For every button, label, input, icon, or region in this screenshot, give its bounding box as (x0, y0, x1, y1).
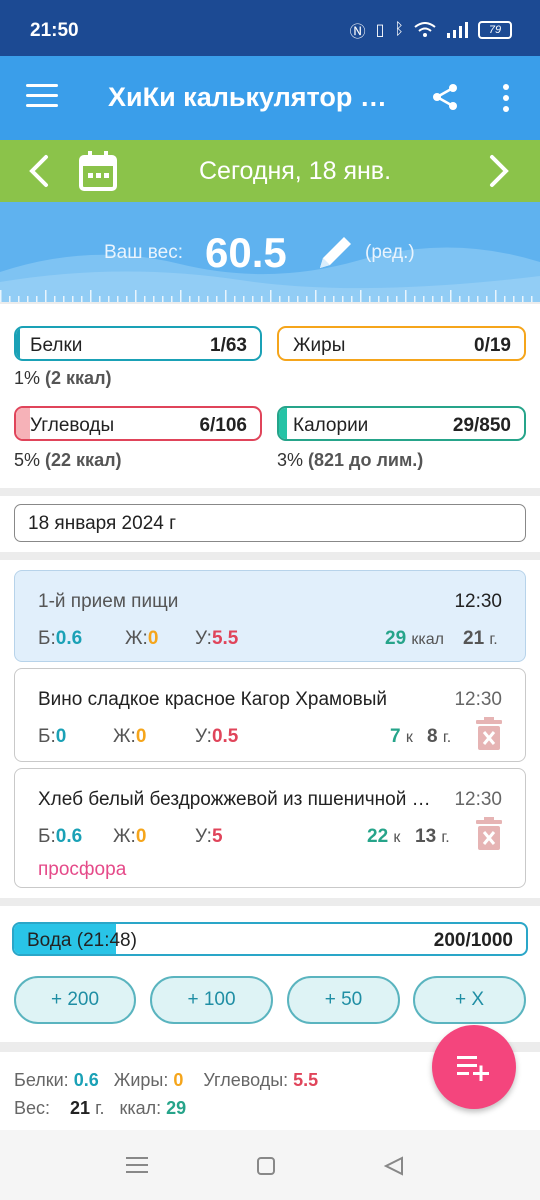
food-item-protein: Б:0.6 (38, 826, 83, 847)
food-item[interactable]: Хлеб белый бездрожжевой из пшеничной мук… (14, 768, 526, 888)
food-item-name: Вино сладкое красное Кагор Храмовый (38, 689, 388, 710)
food-item-fat: Ж:0 (113, 826, 147, 847)
food-item[interactable]: Вино сладкое красное Кагор Храмовый 12:3… (14, 668, 526, 762)
food-item-grams: 8 г. (427, 726, 452, 747)
recents-icon[interactable] (126, 1156, 148, 1174)
date-bar: Сегодня, 18 янв. (0, 140, 540, 202)
vibrate-icon: ▯ (375, 22, 385, 39)
current-date[interactable]: Сегодня, 18 янв. (0, 157, 540, 186)
weight-value[interactable]: 60.5 (205, 229, 287, 277)
meal-grams: 21 г. (463, 628, 498, 649)
food-item-kcal: 22 к (367, 826, 401, 847)
water-add-custom-button[interactable]: + X (413, 976, 526, 1024)
food-item-carbs: У:5 (195, 826, 223, 847)
wifi-icon (414, 22, 436, 37)
protein-sub: 1% (2 ккал) (14, 368, 112, 388)
meal-fat: Ж:0 (125, 628, 159, 649)
calories-sub: 3% (821 до лим.) (277, 450, 424, 470)
playlist-add-icon (457, 1056, 489, 1081)
summary-weight: Вес: 21 г. ккал: 29 (14, 1098, 187, 1118)
meals-card: 1-й прием пищи 12:30 Б:0.6 Ж:0 У:5.5 29 … (0, 560, 540, 898)
food-item-grams: 13 г. (415, 826, 450, 847)
calories-value: 29/850 (452, 415, 511, 436)
home-icon[interactable] (256, 1156, 276, 1176)
status-bar: 21:50 Ⓝ ▯ ᛒ 79 (0, 0, 540, 56)
fat-label: Жиры (293, 335, 346, 356)
protein-bar[interactable]: Белки 1/63 (14, 326, 262, 361)
food-item-protein: Б:0 (38, 726, 67, 747)
summary-macros: Белки: 0.6 Жиры: 0 Углеводы: 5.5 (14, 1070, 319, 1090)
delete-icon[interactable] (475, 817, 503, 851)
food-item-name: Хлеб белый бездрожжевой из пшеничной мук… (38, 789, 436, 810)
meal-name: 1-й прием пищи (38, 591, 179, 612)
fat-bar[interactable]: Жиры 0/19 (277, 326, 526, 361)
food-item-carbs: У:0.5 (195, 726, 239, 747)
more-vert-icon[interactable] (498, 82, 514, 114)
food-item-fat: Ж:0 (113, 726, 147, 747)
water-label: Вода (21:48) (27, 930, 137, 951)
signal-icon (447, 22, 468, 38)
weight-label: Ваш вес: (104, 242, 183, 263)
nfc-icon: Ⓝ (349, 24, 366, 41)
macros-card: Белки 1/63 1% (2 ккал) Жиры 0/19 Углевод… (0, 304, 540, 488)
weight-edit-link[interactable]: (ред.) (365, 242, 415, 264)
hamburger-icon[interactable] (26, 84, 58, 110)
protein-value: 1/63 (210, 335, 247, 356)
pencil-icon[interactable] (314, 232, 356, 274)
calories-label: Калории (293, 415, 369, 436)
back-icon[interactable] (384, 1156, 404, 1176)
water-card: Вода (21:48) 200/1000 + 200 + 100 + 50 +… (0, 906, 540, 1042)
meal-header[interactable]: 1-й прием пищи 12:30 Б:0.6 Ж:0 У:5.5 29 … (14, 570, 526, 662)
chevron-right-icon[interactable] (486, 154, 512, 188)
meal-protein: Б:0.6 (38, 628, 83, 649)
carbs-value: 6/106 (199, 415, 247, 436)
carbs-sub: 5% (22 ккал) (14, 450, 122, 470)
food-item-time: 12:30 (454, 789, 502, 810)
delete-icon[interactable] (475, 717, 503, 751)
date-field[interactable]: 18 января 2024 г (14, 504, 526, 542)
water-value: 200/1000 (433, 930, 513, 951)
water-bar[interactable]: Вода (21:48) 200/1000 (12, 922, 528, 956)
carbs-label: Углеводы (30, 415, 115, 436)
protein-label: Белки (30, 335, 83, 356)
calories-bar[interactable]: Калории 29/850 (277, 406, 526, 441)
add-food-button[interactable] (432, 1025, 516, 1109)
battery-icon: 79 (478, 21, 512, 39)
fat-value: 0/19 (474, 335, 511, 356)
weight-panel: Ваш вес: 60.5 (ред.) (0, 202, 540, 302)
app-title: ХиКи калькулятор калорий (108, 82, 398, 112)
carbs-bar[interactable]: Углеводы 6/106 (14, 406, 262, 441)
water-add-50-button[interactable]: + 50 (287, 976, 400, 1024)
food-item-note: просфора (38, 859, 127, 880)
status-time: 21:50 (30, 20, 79, 41)
water-add-100-button[interactable]: + 100 (150, 976, 273, 1024)
meal-kcal: 29 ккал (385, 628, 445, 649)
share-icon[interactable] (430, 82, 460, 112)
food-item-kcal: 7 к (390, 726, 413, 747)
system-nav-bar (0, 1130, 540, 1200)
date-field-card: 18 января 2024 г (0, 496, 540, 552)
app-bar: ХиКи калькулятор калорий (0, 56, 540, 140)
water-add-200-button[interactable]: + 200 (14, 976, 136, 1024)
food-item-time: 12:30 (454, 689, 502, 710)
meal-time: 12:30 (454, 591, 502, 612)
bluetooth-icon: ᛒ (394, 21, 404, 38)
status-icons: Ⓝ ▯ ᛒ 79 (350, 18, 512, 42)
meal-carbs: У:5.5 (195, 628, 239, 649)
weight-ruler (0, 290, 533, 302)
